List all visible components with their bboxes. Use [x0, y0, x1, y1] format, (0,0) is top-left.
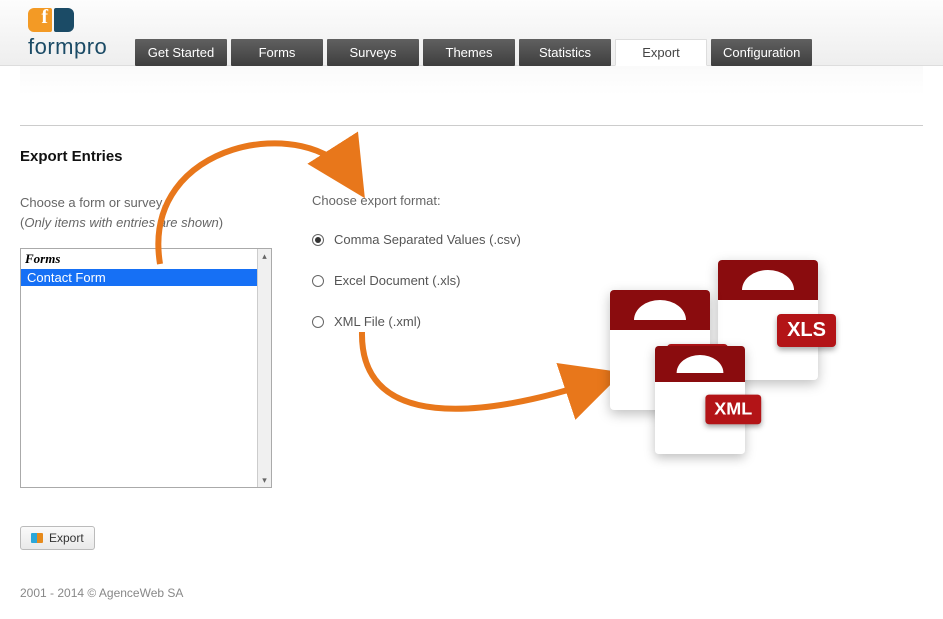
export-icon	[31, 533, 43, 543]
choose-form-label: Choose a form or survey.	[20, 195, 165, 210]
export-button[interactable]: Export	[20, 526, 95, 550]
xls-badge: XLS	[777, 314, 836, 347]
tab-get-started[interactable]: Get Started	[135, 39, 227, 66]
tab-export[interactable]: Export	[615, 39, 707, 66]
brand-name: formpro	[28, 34, 107, 60]
tab-statistics[interactable]: Statistics	[519, 39, 611, 66]
tab-configuration[interactable]: Configuration	[711, 39, 812, 66]
footer-copyright: 2001 - 2014 © AgenceWeb SA	[0, 586, 943, 600]
xml-badge: XML	[705, 395, 761, 425]
page-title: Export Entries	[20, 148, 923, 165]
format-option-csv[interactable]: Comma Separated Values (.csv)	[312, 232, 923, 247]
form-listbox[interactable]: Forms Contact Form ▴ ▾	[20, 248, 272, 488]
file-types-illustration: XLS CSV XML	[610, 260, 850, 460]
tab-bar: Get Started Forms Surveys Themes Statist…	[135, 39, 812, 66]
tab-surveys[interactable]: Surveys	[327, 39, 419, 66]
choose-form-note: Only items with entries are shown	[24, 215, 218, 230]
list-item[interactable]: Contact Form	[21, 269, 271, 286]
format-option-label: XML File (.xml)	[334, 314, 421, 329]
subheader	[20, 66, 923, 126]
radio-icon	[312, 275, 324, 287]
export-button-label: Export	[49, 531, 84, 545]
scroll-down-icon[interactable]: ▾	[258, 473, 271, 487]
scroll-up-icon[interactable]: ▴	[258, 249, 271, 263]
topbar: formpro Get Started Forms Surveys Themes…	[0, 0, 943, 66]
listbox-scrollbar[interactable]: ▴ ▾	[257, 249, 271, 487]
xml-file-icon: XML	[655, 346, 745, 454]
choose-form-hint: Choose a form or survey. (Only items wit…	[20, 193, 272, 232]
brand-logo-icon	[28, 8, 107, 32]
radio-icon	[312, 316, 324, 328]
tab-forms[interactable]: Forms	[231, 39, 323, 66]
radio-icon	[312, 234, 324, 246]
choose-format-label: Choose export format:	[312, 193, 923, 208]
format-option-label: Excel Document (.xls)	[334, 273, 460, 288]
tab-themes[interactable]: Themes	[423, 39, 515, 66]
brand-logo: formpro	[28, 8, 107, 60]
form-picker-column: Choose a form or survey. (Only items wit…	[20, 193, 272, 550]
format-option-label: Comma Separated Values (.csv)	[334, 232, 521, 247]
listbox-header: Forms	[21, 249, 271, 269]
